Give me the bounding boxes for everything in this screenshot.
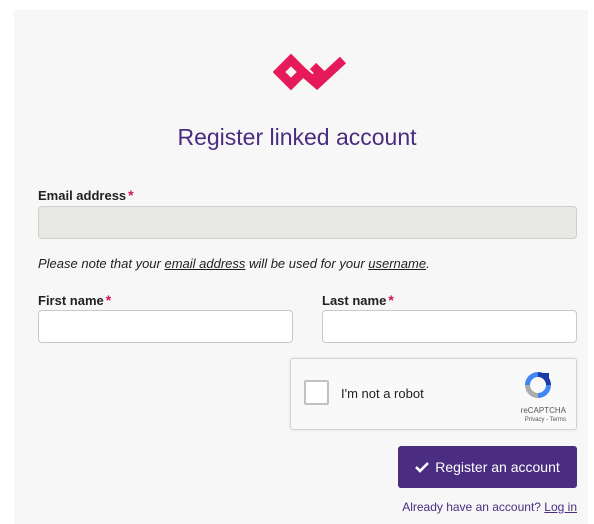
recaptcha-icon	[525, 372, 551, 398]
recaptcha-widget: I'm not a robot reCAPTCHA Privacy - Term…	[290, 358, 577, 430]
register-button[interactable]: Register an account	[398, 446, 577, 488]
note-email-term: email address	[164, 256, 246, 271]
note-username-term: username	[368, 256, 427, 271]
last-name-field[interactable]	[322, 310, 577, 343]
username-note: Please note that your email address will…	[38, 256, 430, 271]
recaptcha-checkbox[interactable]	[304, 380, 329, 405]
recaptcha-brand: reCAPTCHA	[520, 406, 566, 415]
email-label: Email address *	[38, 187, 134, 203]
recaptcha-links[interactable]: Privacy - Terms	[525, 417, 566, 423]
first-name-label: First name *	[38, 292, 111, 308]
page-title: Register linked account	[177, 124, 417, 150]
recaptcha-label: I'm not a robot	[341, 386, 424, 401]
note-suffix: .	[426, 256, 430, 271]
last-name-label: Last name *	[322, 292, 394, 308]
checkmark-icon	[415, 462, 430, 473]
last-name-label-text: Last name	[322, 293, 387, 308]
login-link[interactable]: Log in	[544, 500, 577, 514]
note-prefix: Please note that your	[38, 256, 165, 271]
email-field[interactable]	[38, 206, 577, 239]
brand-logo-icon	[273, 53, 347, 91]
login-prompt: Already have an account? Log in	[402, 500, 577, 514]
required-marker: *	[128, 187, 134, 203]
first-name-field[interactable]	[38, 310, 293, 343]
note-middle: will be used for your	[245, 256, 369, 271]
register-button-label: Register an account	[435, 459, 560, 475]
email-label-text: Email address	[38, 188, 127, 203]
login-prompt-text: Already have an account?	[402, 500, 541, 514]
required-marker: *	[105, 292, 112, 308]
required-marker: *	[388, 292, 394, 308]
first-name-label-text: First name	[38, 293, 104, 308]
